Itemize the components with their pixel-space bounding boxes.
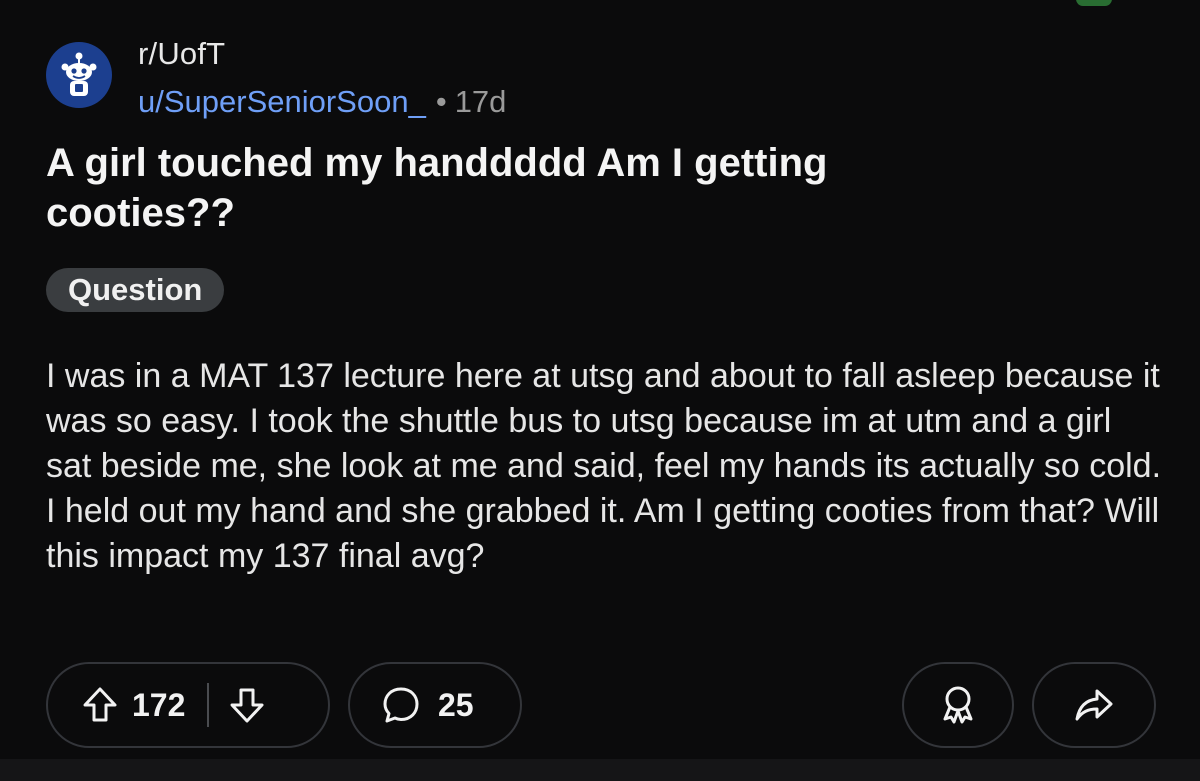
post-page: r/UofT u/SuperSeniorSoon_ • 17d A girl tou… — [0, 0, 1200, 781]
arrow-down-icon[interactable] — [227, 685, 267, 725]
subreddit-avatar[interactable] — [46, 42, 112, 108]
byline-separator: • — [435, 84, 447, 119]
share-button[interactable] — [1032, 662, 1156, 748]
comments-button[interactable]: 25 — [348, 662, 522, 748]
subreddit-name[interactable]: r/UofT — [138, 36, 225, 72]
upvote-count: 172 — [132, 686, 186, 723]
award-button[interactable] — [902, 662, 1014, 748]
post-body: I was in a MAT 137 lecture here at utsg … — [46, 357, 1162, 575]
post-byline: u/SuperSeniorSoon_ • 17d — [138, 84, 506, 120]
speech-bubble-icon — [380, 684, 422, 726]
bottom-edge-strip — [0, 759, 1200, 781]
vote-divider — [207, 683, 210, 727]
comment-count: 25 — [438, 686, 474, 723]
post-flair[interactable]: Question — [46, 268, 225, 312]
vote-control: 172 — [46, 662, 330, 748]
share-arrow-icon — [1072, 683, 1116, 727]
partial-status-indicator — [1076, 0, 1112, 6]
author-username[interactable]: u/SuperSeniorSoon_ — [138, 84, 426, 119]
snoo-avatar-icon — [54, 50, 104, 100]
post-age: 17d — [454, 84, 507, 119]
award-icon — [936, 683, 980, 727]
post-title[interactable]: A girl touched my handdddd Am I getting … — [46, 138, 946, 238]
arrow-up-icon[interactable] — [80, 685, 120, 725]
